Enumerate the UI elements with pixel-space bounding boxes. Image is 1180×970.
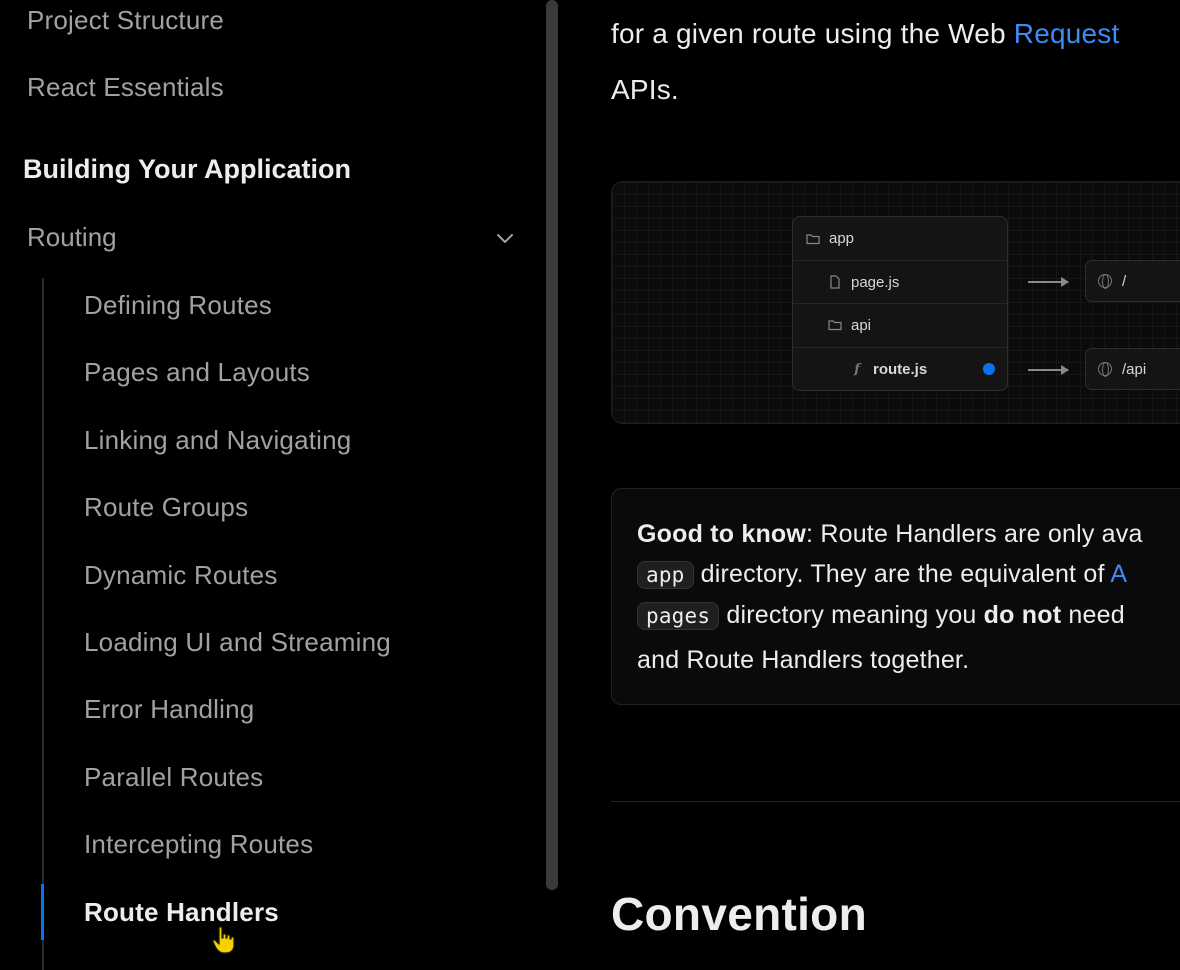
route-url-root: / [1085, 260, 1180, 302]
sidebar-item-route-groups[interactable]: Route Groups [84, 492, 248, 523]
file-tree: app page.js api f route.js [792, 216, 1008, 391]
tree-guide-line [42, 278, 44, 970]
route-handler-diagram: app page.js api f route.js / /api [611, 181, 1180, 424]
file-row-app: app [793, 217, 1007, 260]
nav-item-react-essentials[interactable]: React Essentials [27, 72, 224, 103]
active-indicator [41, 884, 44, 940]
chevron-down-icon[interactable] [493, 226, 517, 250]
callout-line-1: Good to know: Route Handlers are only av… [637, 520, 1143, 549]
file-row-page: page.js [793, 260, 1007, 303]
callout-line-3: pages directory meaning you do not need [637, 601, 1125, 630]
highlight-dot [983, 363, 995, 375]
inline-code: pages [637, 602, 720, 630]
globe-icon [1098, 362, 1112, 377]
section-title: Convention [611, 888, 867, 940]
file-icon [830, 275, 840, 289]
section-divider [611, 801, 1180, 802]
file-name: route.js [873, 360, 928, 378]
callout-line-2: app directory. They are the equivalent o… [637, 560, 1127, 589]
callout-label: Good to know [637, 520, 807, 548]
lead-text: for a given route using the Web [611, 18, 1014, 49]
file-name: api [851, 316, 872, 334]
route-path: / [1122, 272, 1127, 290]
lead-paragraph-line-1: for a given route using the Web Request [611, 18, 1120, 50]
sidebar-item-intercepting-routes[interactable]: Intercepting Routes [84, 829, 313, 860]
sidebar-item-loading-ui[interactable]: Loading UI and Streaming [84, 627, 391, 658]
file-name: app [829, 230, 855, 247]
folder-icon [828, 320, 842, 331]
sidebar-item-route-handlers[interactable]: Route Handlers [84, 897, 279, 928]
sidebar-item-parallel-routes[interactable]: Parallel Routes [84, 762, 263, 793]
route-url-api: /api [1085, 348, 1180, 390]
docs-sidebar: Project Structure React Essentials Build… [0, 0, 545, 970]
good-to-know-callout: Good to know: Route Handlers are only av… [611, 488, 1180, 705]
nav-group-routing[interactable]: Routing [27, 222, 517, 256]
sidebar-item-pages-and-layouts[interactable]: Pages and Layouts [84, 357, 310, 388]
nav-item-project-structure[interactable]: Project Structure [27, 5, 224, 36]
arrow-right-icon [1028, 277, 1069, 287]
route-path: /api [1122, 360, 1147, 378]
sidebar-item-defining-routes[interactable]: Defining Routes [84, 290, 272, 321]
sidebar-item-dynamic-routes[interactable]: Dynamic Routes [84, 560, 278, 591]
file-row-route: f route.js [793, 347, 1007, 390]
callout-line-4: and Route Handlers together. [637, 646, 970, 674]
callout-text: directory. They are the equivalent of [693, 560, 1111, 588]
hand-pointer-icon [212, 926, 235, 954]
globe-icon [1098, 274, 1112, 289]
file-row-api: api [793, 303, 1007, 346]
folder-icon [806, 233, 820, 244]
section-heading: Building Your Application [23, 154, 351, 184]
file-name: page.js [851, 273, 900, 291]
arrow-right-icon [1028, 365, 1069, 375]
inline-code: app [637, 561, 694, 589]
nav-group-label: Routing [27, 222, 117, 252]
main-content: for a given route using the Web Request … [558, 0, 1180, 970]
lead-paragraph-line-2: APIs. [611, 74, 679, 105]
callout-text: : Route Handlers are only ava [806, 520, 1143, 548]
callout-link[interactable]: A [1110, 560, 1127, 588]
sidebar-item-linking-and-navigating[interactable]: Linking and Navigating [84, 425, 351, 456]
sidebar-scrollbar[interactable] [546, 0, 558, 890]
callout-bold: do not [983, 601, 1062, 629]
sidebar-item-error-handling[interactable]: Error Handling [84, 694, 254, 725]
function-icon: f [854, 361, 860, 377]
callout-text: directory meaning you [719, 601, 984, 629]
callout-text: need [1061, 601, 1125, 629]
request-link[interactable]: Request [1014, 18, 1120, 49]
